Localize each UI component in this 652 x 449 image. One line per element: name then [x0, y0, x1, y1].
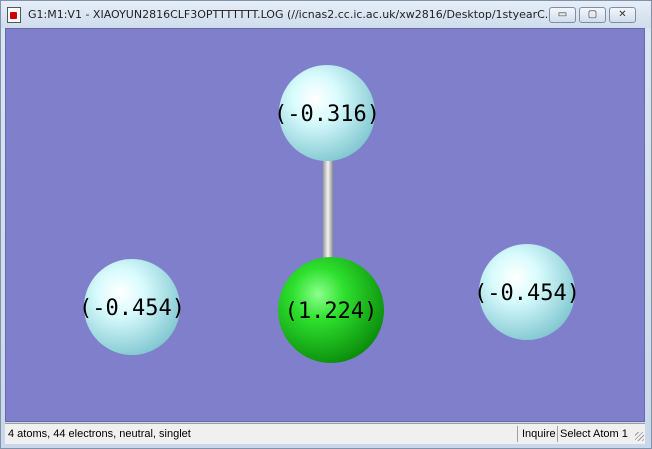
atom-f-left[interactable]: (-0.454)	[79, 259, 185, 355]
window-title: G1:M1:V1 - XIAOYUN2816CLF3OPTTTTTTT.LOG …	[28, 8, 556, 21]
close-button[interactable]: ✕	[609, 7, 636, 23]
atom-f-top[interactable]: (-0.316)	[274, 65, 380, 161]
status-action: Select Atom 1	[560, 428, 628, 440]
status-summary: 4 atoms, 44 electrons, neutral, singlet	[8, 428, 191, 440]
charge-label: (-0.454)	[474, 281, 580, 306]
status-divider	[517, 426, 518, 442]
charge-label: (1.224)	[285, 299, 378, 324]
status-divider	[557, 426, 558, 442]
status-mode: Inquire	[522, 428, 556, 440]
charge-label: (-0.454)	[79, 296, 185, 321]
molecule-canvas[interactable]: (-0.316) (-0.454) (1.224) (-0.454)	[6, 29, 645, 422]
status-bar: 4 atoms, 44 electrons, neutral, singlet …	[5, 423, 645, 444]
title-bar[interactable]: G1:M1:V1 - XIAOYUN2816CLF3OPTTTTTTT.LOG …	[1, 1, 651, 28]
atom-cl[interactable]: (1.224)	[278, 257, 384, 363]
molecule-viewport[interactable]: (-0.316) (-0.454) (1.224) (-0.454)	[5, 28, 645, 422]
document-icon[interactable]	[7, 7, 21, 23]
minimize-button[interactable]: ▭	[549, 7, 576, 23]
atom-f-right[interactable]: (-0.454)	[474, 244, 580, 340]
app-window: G1:M1:V1 - XIAOYUN2816CLF3OPTTTTTTT.LOG …	[0, 0, 652, 449]
resize-grip-icon[interactable]	[635, 432, 644, 441]
charge-label: (-0.316)	[274, 102, 380, 127]
maximize-button[interactable]: ▢	[579, 7, 606, 23]
